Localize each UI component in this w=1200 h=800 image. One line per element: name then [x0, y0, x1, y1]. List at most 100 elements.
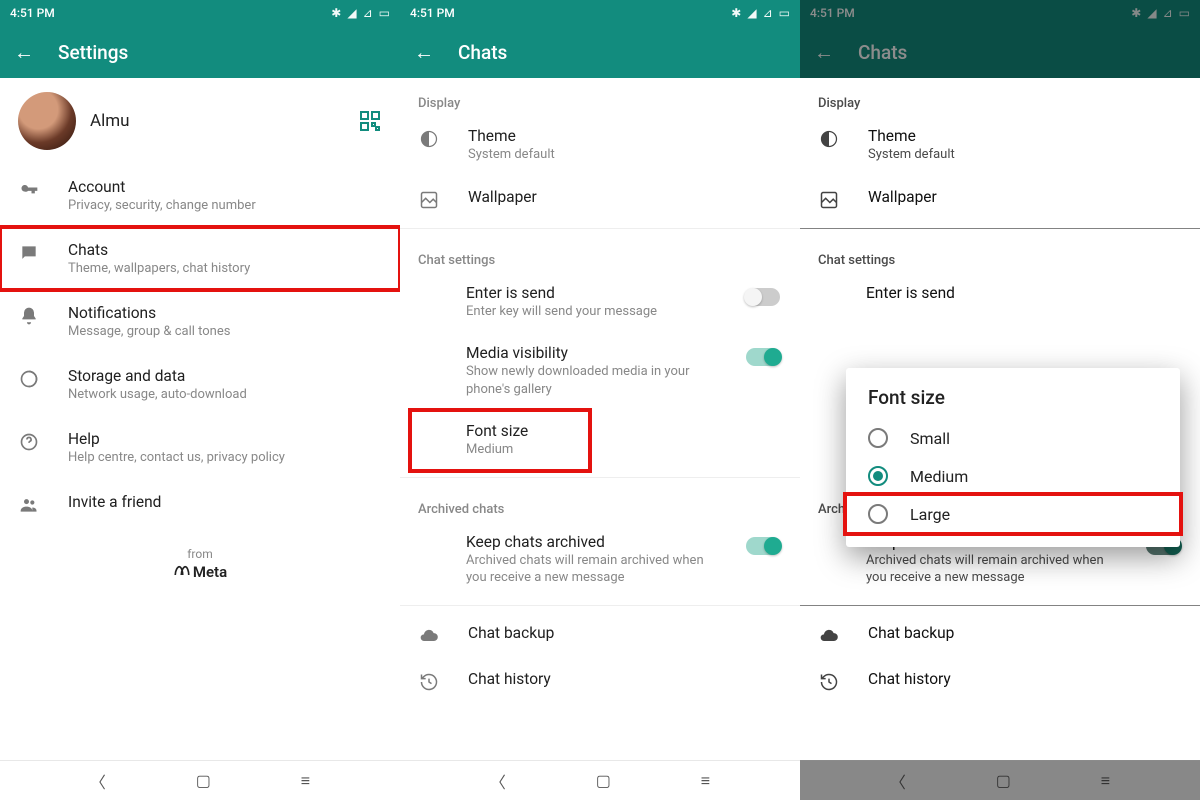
chats-item-keep-archived[interactable]: Keep chats archivedArchived chats will r…: [400, 521, 800, 599]
settings-item-label: Help: [68, 430, 285, 448]
cloud-icon: [818, 624, 840, 646]
settings-item-storage[interactable]: Storage and dataNetwork usage, auto-down…: [0, 353, 400, 416]
nav-recents-icon[interactable]: ≡: [301, 771, 310, 791]
profile-row[interactable]: Almu: [0, 78, 400, 164]
qr-icon[interactable]: [358, 109, 382, 133]
item-label: Theme: [468, 127, 782, 145]
wifi-icon: ⊿: [363, 6, 373, 20]
item-label: Keep chats archived: [466, 533, 782, 551]
item-sub: Archived chats will remain archived when…: [466, 552, 726, 587]
item-sub: Enter key will send your message: [466, 303, 726, 321]
font-size-option-large[interactable]: Large: [846, 495, 1180, 533]
status-icons: ✱ ◢ ⊿ ▭: [1131, 6, 1190, 20]
page-title: Settings: [58, 41, 128, 64]
toggle-media-visibility[interactable]: [746, 348, 780, 366]
back-icon[interactable]: ←: [14, 42, 34, 62]
status-icons: ✱ ◢ ⊿ ▭: [331, 6, 390, 20]
radio-icon: [868, 428, 888, 448]
item-label: Wallpaper: [468, 188, 782, 206]
settings-item-account[interactable]: AccountPrivacy, security, change number: [0, 164, 400, 227]
item-label: Media visibility: [466, 344, 782, 362]
back-icon[interactable]: ←: [414, 42, 434, 62]
nav-back-icon[interactable]: 〈: [90, 769, 106, 793]
profile-name: Almu: [90, 111, 130, 131]
settings-item-label: Storage and data: [68, 367, 247, 385]
avatar[interactable]: [18, 92, 76, 150]
wifi-icon: ⊿: [1163, 6, 1173, 20]
chats-item-theme: ThemeSystem default: [800, 115, 1200, 176]
section-chat-settings: Chat settings: [400, 235, 800, 272]
settings-item-sub: Help centre, contact us, privacy policy: [68, 450, 285, 465]
option-label: Large: [910, 505, 950, 524]
signal-icon: ◢: [747, 6, 756, 20]
settings-item-label: Chats: [68, 241, 250, 259]
status-bar: 4:51 PM ✱ ◢ ⊿ ▭: [400, 0, 800, 26]
key-icon: [18, 178, 40, 200]
chats-item-backup[interactable]: Chat backup: [400, 612, 800, 658]
toggle-enter-is-send[interactable]: [746, 288, 780, 306]
bell-icon: [18, 304, 40, 326]
chats-item-history[interactable]: Chat history: [400, 658, 800, 704]
chats-content-dimmed: Display ThemeSystem default Wallpaper Ch…: [800, 78, 1200, 760]
section-archived: Archived chats: [400, 484, 800, 521]
settings-item-label: Notifications: [68, 304, 230, 322]
battery-icon: ▭: [1179, 6, 1190, 20]
nav-home-icon[interactable]: ▢: [596, 771, 611, 790]
cloud-icon: [418, 624, 440, 646]
people-icon: [18, 493, 40, 515]
divider: [400, 605, 800, 606]
history-icon: [418, 670, 440, 692]
signal-icon: ◢: [347, 6, 356, 20]
font-size-option-medium[interactable]: Medium: [846, 457, 1180, 495]
settings-item-notifications[interactable]: NotificationsMessage, group & call tones: [0, 290, 400, 353]
item-sub: Show newly downloaded media in your phon…: [466, 363, 726, 398]
app-bar: ← Chats: [400, 26, 800, 78]
status-time: 4:51 PM: [410, 6, 455, 20]
back-icon: ←: [814, 42, 834, 62]
status-icons: ✱ ◢ ⊿ ▭: [731, 6, 790, 20]
screen-settings: 4:51 PM ✱ ◢ ⊿ ▭ ← Settings Almu AccountP…: [0, 0, 400, 800]
radio-icon: [868, 504, 888, 524]
battery-icon: ▭: [779, 6, 790, 20]
nav-home-icon[interactable]: ▢: [996, 771, 1011, 790]
radio-icon: [868, 466, 888, 486]
nav-back-icon[interactable]: 〈: [890, 769, 906, 793]
chats-content: Display ThemeSystem default Wallpaper Ch…: [400, 78, 800, 760]
bluetooth-icon: ✱: [331, 6, 341, 20]
theme-icon: [818, 127, 840, 149]
bluetooth-icon: ✱: [731, 6, 741, 20]
status-time: 4:51 PM: [10, 6, 55, 20]
settings-item-invite[interactable]: Invite a friend: [0, 479, 400, 529]
item-sub: Medium: [466, 441, 572, 459]
settings-item-label: Invite a friend: [68, 493, 161, 511]
chats-item-font-size[interactable]: Font sizeMedium: [410, 410, 590, 471]
status-time: 4:51 PM: [810, 6, 855, 20]
chat-icon: [18, 241, 40, 263]
nav-recents-icon[interactable]: ≡: [1101, 771, 1110, 791]
settings-item-chats[interactable]: Chats Theme, wallpapers, chat history: [0, 227, 400, 290]
chats-item-enter-is-send[interactable]: Enter is sendEnter key will send your me…: [400, 272, 800, 333]
from-label: from: [0, 547, 400, 561]
data-icon: [18, 367, 40, 389]
wallpaper-icon: [418, 188, 440, 210]
settings-item-sub: Privacy, security, change number: [68, 198, 256, 213]
section-display: Display: [400, 78, 800, 115]
wifi-icon: ⊿: [763, 6, 773, 20]
nav-back-icon[interactable]: 〈: [490, 769, 506, 793]
chats-item-wallpaper: Wallpaper: [800, 176, 1200, 222]
item-sub: System default: [468, 146, 728, 164]
nav-recents-icon[interactable]: ≡: [701, 771, 710, 791]
chats-item-media-visibility[interactable]: Media visibilityShow newly downloaded me…: [400, 332, 800, 410]
divider: [400, 228, 800, 229]
theme-icon: [418, 127, 440, 149]
settings-item-help[interactable]: Help Help centre, contact us, privacy pol…: [0, 416, 400, 479]
chats-item-wallpaper[interactable]: Wallpaper: [400, 176, 800, 222]
nav-home-icon[interactable]: ▢: [196, 771, 211, 790]
wallpaper-icon: [818, 188, 840, 210]
font-size-option-small[interactable]: Small: [846, 419, 1180, 457]
item-label: Font size: [466, 422, 572, 440]
settings-item-sub: Theme, wallpapers, chat history: [68, 261, 250, 276]
toggle-keep-archived[interactable]: [746, 537, 780, 555]
bluetooth-icon: ✱: [1131, 6, 1141, 20]
chats-item-theme[interactable]: ThemeSystem default: [400, 115, 800, 176]
